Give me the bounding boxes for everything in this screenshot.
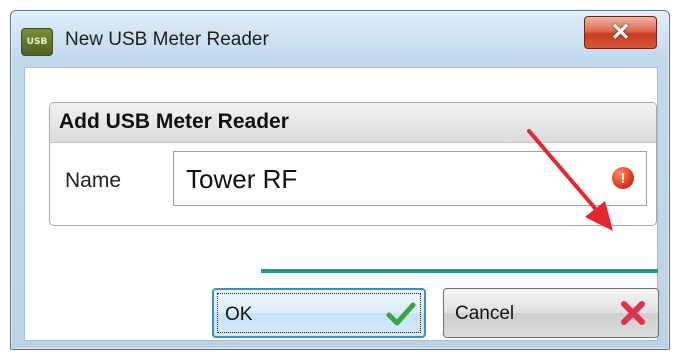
window-title: New USB Meter Reader (65, 29, 269, 50)
dialog-content: Add USB Meter Reader Name Tower RF ! OK (24, 67, 659, 341)
usb-app-icon: USB (21, 28, 53, 56)
name-input-value: Tower RF (186, 164, 298, 194)
cancel-button-label: Cancel (455, 303, 515, 324)
progress-bar (261, 269, 658, 273)
title-bar[interactable]: USB New USB Meter Reader ✕ (11, 11, 669, 66)
name-label: Name (65, 169, 122, 192)
close-icon: ✕ (610, 19, 631, 46)
progress-fill (261, 269, 658, 273)
red-x-icon (621, 301, 645, 325)
red-arrow-icon (527, 129, 613, 231)
close-button[interactable]: ✕ (584, 16, 657, 49)
ok-button[interactable]: OK (212, 288, 426, 338)
group-title: Add USB Meter Reader (59, 110, 289, 133)
cancel-button[interactable]: Cancel (443, 288, 659, 338)
ok-button-label: OK (225, 304, 253, 325)
checkmark-icon (386, 302, 416, 326)
dialog-window: USB New USB Meter Reader ✕ Add USB Meter… (10, 10, 670, 350)
